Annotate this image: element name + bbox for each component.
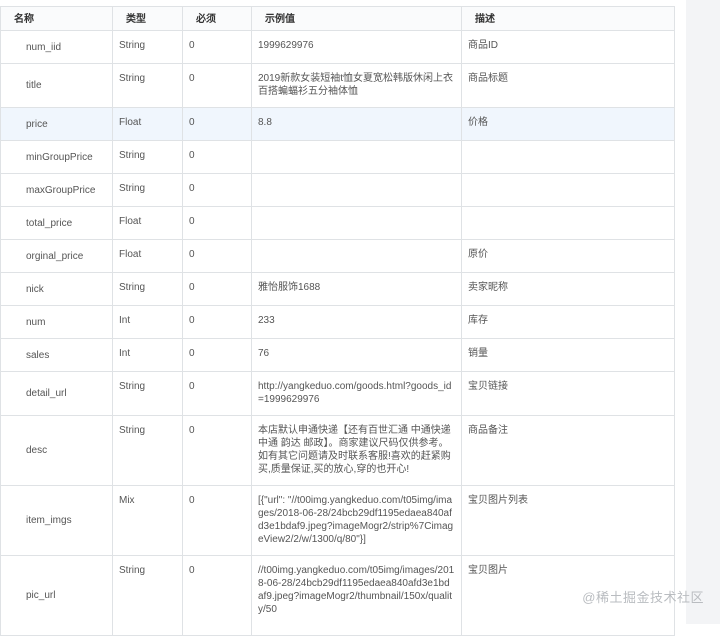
field-type: Float xyxy=(112,107,183,141)
field-required: 0 xyxy=(182,272,252,306)
field-required: 0 xyxy=(182,415,252,486)
field-required: 0 xyxy=(182,140,252,174)
field-example: 2019新款女装短袖t恤女夏宽松韩版休闲上衣百搭蝙蝠衫五分袖体恤 xyxy=(251,63,462,108)
field-type: Float xyxy=(112,206,183,240)
field-name: nick xyxy=(0,272,113,306)
table-row: total_price Float 0 xyxy=(0,206,675,240)
field-required: 0 xyxy=(182,173,252,207)
field-name: detail_url xyxy=(0,371,113,416)
table-row: title String 0 2019新款女装短袖t恤女夏宽松韩版休闲上衣百搭蝙… xyxy=(0,63,675,108)
field-example: 本店默认申通快递【还有百世汇通 中通快递 中通 韵达 邮政】。商家建议尺码仅供参… xyxy=(251,415,462,486)
field-type: String xyxy=(112,63,183,108)
field-required: 0 xyxy=(182,239,252,273)
header-name: 名称 xyxy=(0,6,113,31)
field-required: 0 xyxy=(182,371,252,416)
field-type: Mix xyxy=(112,485,183,556)
field-type: Int xyxy=(112,338,183,372)
field-description: 商品备注 xyxy=(461,415,675,486)
header-type: 类型 xyxy=(112,6,183,31)
table-row: detail_url String 0 http://yangkeduo.com… xyxy=(0,371,675,416)
page-side-gutter xyxy=(686,0,720,624)
field-description: 商品标题 xyxy=(461,63,675,108)
field-name: sales xyxy=(0,338,113,372)
field-example xyxy=(251,239,462,273)
field-example xyxy=(251,206,462,240)
field-type: String xyxy=(112,272,183,306)
field-name: total_price xyxy=(0,206,113,240)
field-required: 0 xyxy=(182,30,252,64)
table-row: nick String 0 雅怡服饰1688 卖家昵称 xyxy=(0,272,675,306)
table-row: num Int 0 233 库存 xyxy=(0,305,675,339)
field-required: 0 xyxy=(182,338,252,372)
field-name: minGroupPrice xyxy=(0,140,113,174)
table-row: num_iid String 0 1999629976 商品ID xyxy=(0,30,675,64)
field-name: title xyxy=(0,63,113,108)
table-row: item_imgs Mix 0 [{"url": "//t00img.yangk… xyxy=(0,485,675,556)
field-example: 雅怡服饰1688 xyxy=(251,272,462,306)
field-description: 商品ID xyxy=(461,30,675,64)
field-type: Int xyxy=(112,305,183,339)
field-type: String xyxy=(112,415,183,486)
field-example: [{"url": "//t00img.yangkeduo.com/t05img/… xyxy=(251,485,462,556)
table-row-highlighted: price Float 0 8.8 价格 xyxy=(0,107,675,141)
field-type: String xyxy=(112,173,183,207)
field-type: String xyxy=(112,371,183,416)
field-name: num xyxy=(0,305,113,339)
field-example: 1999629976 xyxy=(251,30,462,64)
field-example: http://yangkeduo.com/goods.html?goods_id… xyxy=(251,371,462,416)
field-required: 0 xyxy=(182,63,252,108)
field-required: 0 xyxy=(182,305,252,339)
field-name: item_imgs xyxy=(0,485,113,556)
field-name: orginal_price xyxy=(0,239,113,273)
field-name: maxGroupPrice xyxy=(0,173,113,207)
table-row: minGroupPrice String 0 xyxy=(0,140,675,174)
field-required: 0 xyxy=(182,107,252,141)
field-description: 卖家昵称 xyxy=(461,272,675,306)
field-example: 76 xyxy=(251,338,462,372)
header-required: 必须 xyxy=(182,6,252,31)
field-description: 宝贝图片列表 xyxy=(461,485,675,556)
field-required: 0 xyxy=(182,206,252,240)
header-example: 示例值 xyxy=(251,6,462,31)
field-name: desc xyxy=(0,415,113,486)
api-field-table: 名称 类型 必须 示例值 描述 num_iid String 0 1999629… xyxy=(0,6,675,636)
field-description: 销量 xyxy=(461,338,675,372)
field-description: 库存 xyxy=(461,305,675,339)
table-row: sales Int 0 76 销量 xyxy=(0,338,675,372)
watermark: @稀土掘金技术社区 xyxy=(582,590,704,605)
field-type: String xyxy=(112,140,183,174)
field-description xyxy=(461,140,675,174)
field-example: 8.8 xyxy=(251,107,462,141)
field-description: 价格 xyxy=(461,107,675,141)
table-row: maxGroupPrice String 0 xyxy=(0,173,675,207)
table-row: desc String 0 本店默认申通快递【还有百世汇通 中通快递 中通 韵达… xyxy=(0,415,675,486)
header-description: 描述 xyxy=(461,6,675,31)
field-required: 0 xyxy=(182,485,252,556)
field-type: String xyxy=(112,30,183,64)
field-example: 233 xyxy=(251,305,462,339)
field-name: num_iid xyxy=(0,30,113,64)
field-description xyxy=(461,206,675,240)
table-header-row: 名称 类型 必须 示例值 描述 xyxy=(0,6,675,31)
field-example xyxy=(251,173,462,207)
field-type: Float xyxy=(112,239,183,273)
field-description: 宝贝链接 xyxy=(461,371,675,416)
table-row: orginal_price Float 0 原价 xyxy=(0,239,675,273)
field-name: price xyxy=(0,107,113,141)
field-example xyxy=(251,140,462,174)
field-description: 原价 xyxy=(461,239,675,273)
field-description xyxy=(461,173,675,207)
